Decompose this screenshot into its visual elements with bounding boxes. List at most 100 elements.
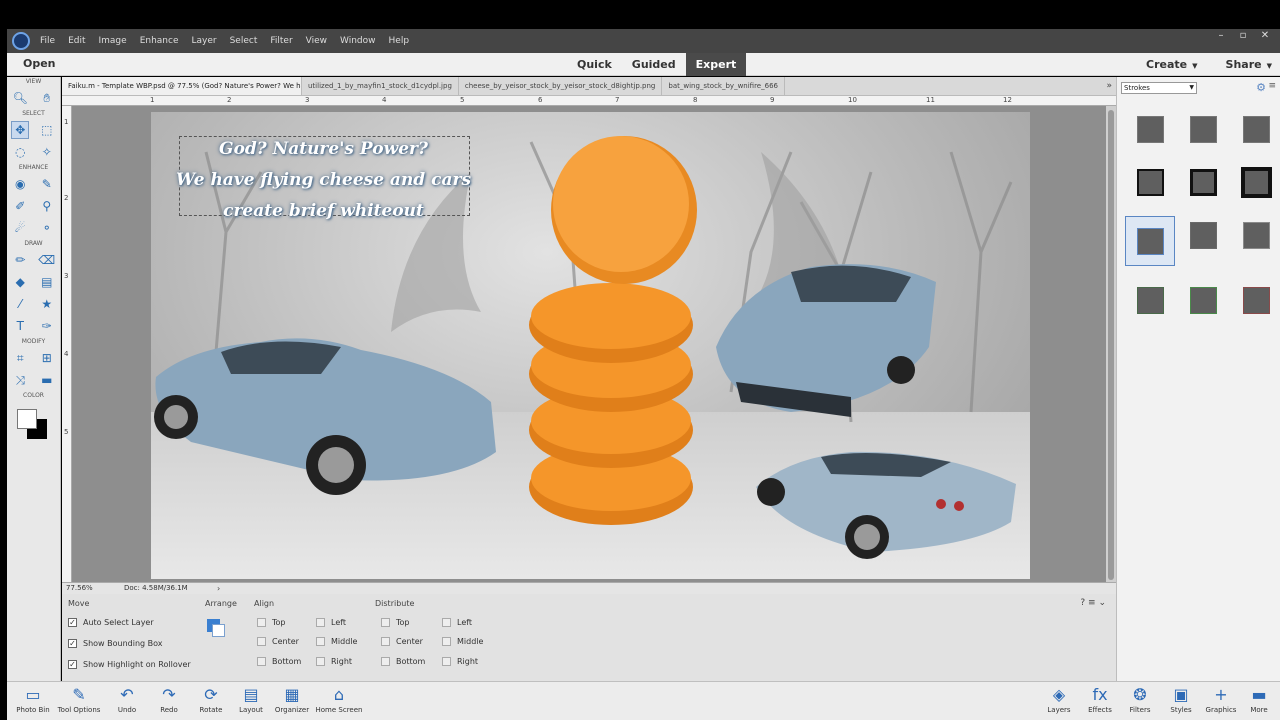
straighten-tool-icon[interactable]: ▬ [38,371,56,389]
style-thumbnail[interactable] [1125,163,1175,201]
zoom-tool-icon[interactable]: 🔍︎ [11,89,29,107]
checkbox-checked[interactable]: ✓ [68,639,77,648]
more-tabs-icon[interactable]: » [1106,77,1112,95]
mode-bar: Open Quick Guided Expert Create ▼ Share ▼ [7,53,1280,76]
document-canvas[interactable]: God? Nature's Power? We have flying chee… [151,112,1030,579]
more-button[interactable]: ▬ More [1233,684,1280,714]
red-eye-tool-icon[interactable]: ◉ [11,175,29,193]
style-thumbnail[interactable] [1231,281,1280,319]
create-menu-button[interactable]: Create ▼ [1146,58,1198,71]
document-tab[interactable]: Faiku.m - Template WBP.psd @ 77.5% (God?… [62,77,302,95]
menu-layer[interactable]: Layer [192,36,217,46]
align-right-button[interactable]: Right [316,657,352,666]
style-thumbnail-selected[interactable] [1125,216,1175,266]
menu-file[interactable]: File [40,36,55,46]
clone-stamp-tool-icon[interactable]: ⚲ [38,197,56,215]
checkbox-checked[interactable]: ✓ [68,618,77,627]
pencil-tool-icon[interactable]: ✑ [38,317,56,335]
style-thumbnail[interactable] [1125,110,1175,148]
style-thumbnail[interactable] [1178,281,1228,319]
align-label: Middle [331,637,358,646]
arrange-icon[interactable] [207,619,227,639]
share-menu-button[interactable]: Share ▼ [1226,58,1272,71]
type-tool-icon[interactable]: T [11,317,29,335]
crop-tool-icon[interactable]: ⌗ [11,349,29,367]
style-thumbnail[interactable] [1231,163,1280,201]
options-panel-menu-icon[interactable]: ? ≡ ⌄ [1080,598,1106,608]
magic-wand-tool-icon[interactable]: ✧ [38,143,56,161]
content-aware-move-tool-icon[interactable]: ⤨ [11,371,29,389]
distribute-bottom-button[interactable]: Bottom [381,657,425,666]
open-button[interactable]: Open [23,57,56,70]
panel-menu-icon[interactable]: ≡ [1268,81,1276,91]
organizer-button[interactable]: ▦ Organizer [266,684,318,714]
menu-view[interactable]: View [306,36,327,46]
menu-select[interactable]: Select [230,36,258,46]
paint-bucket-tool-icon[interactable]: ◆ [11,273,29,291]
create-label: Create [1146,58,1188,71]
distribute-center-button[interactable]: Center [381,637,423,646]
auto-select-layer-checkbox[interactable]: ✓ Auto Select Layer [68,618,154,627]
align-bottom-button[interactable]: Bottom [257,657,301,666]
show-highlight-checkbox[interactable]: ✓ Show Highlight on Rollover [68,660,191,669]
smart-brush-tool-icon[interactable]: ✐ [11,197,29,215]
scrollbar-thumb[interactable] [1108,110,1114,580]
document-tab[interactable]: cheese_by_yeisor_stock_by_yeisor_stock_d… [459,77,663,95]
distribute-left-button[interactable]: Left [442,618,472,627]
tab-expert[interactable]: Expert [685,53,747,76]
menu-filter[interactable]: Filter [270,36,292,46]
style-thumbnail[interactable] [1231,216,1280,254]
foreground-color-swatch[interactable] [17,409,37,429]
status-menu-icon[interactable]: › [217,584,220,593]
sponge-tool-icon[interactable]: ⚬ [38,219,56,237]
show-bounding-box-checkbox[interactable]: ✓ Show Bounding Box [68,639,163,648]
photo-bin-button[interactable]: ▭ Photo Bin [7,684,59,714]
style-thumbnail[interactable] [1178,163,1228,201]
distribute-right-button[interactable]: Right [442,657,478,666]
styles-category-select[interactable]: Strokes ▼ [1121,82,1197,94]
close-button[interactable]: ✕ [1256,30,1274,41]
eraser-tool-icon[interactable]: ⌫ [38,251,56,269]
gradient-tool-icon[interactable]: ▤ [38,273,56,291]
color-swatches[interactable] [7,405,60,445]
brush-tool-icon[interactable]: ✏︎ [11,251,29,269]
style-thumbnail[interactable] [1125,281,1175,319]
style-thumbnail[interactable] [1178,216,1228,254]
align-top-button[interactable]: Top [257,618,286,627]
shape-tool-icon[interactable]: ★ [38,295,56,313]
organizer-icon: ▦ [284,685,300,704]
align-middle-button[interactable]: Middle [316,637,357,646]
menu-enhance[interactable]: Enhance [140,36,179,46]
menu-image[interactable]: Image [99,36,127,46]
tab-guided[interactable]: Guided [622,53,686,76]
hand-tool-icon[interactable]: ✋︎ [38,89,56,107]
home-screen-button[interactable]: ⌂ Home Screen [313,684,365,714]
align-left-button[interactable]: Left [316,618,346,627]
marquee-tool-icon[interactable]: ⬚ [38,121,56,139]
tab-quick[interactable]: Quick [567,53,622,76]
lasso-tool-icon[interactable]: ◌ [11,143,29,161]
distribute-middle-button[interactable]: Middle [442,637,483,646]
tool-options-button[interactable]: ✎ Tool Options [53,684,105,714]
style-thumbnail[interactable] [1231,110,1280,148]
align-center-button[interactable]: Center [257,637,299,646]
distribute-top-button[interactable]: Top [381,618,410,627]
minimize-button[interactable]: – [1212,30,1230,41]
move-tool-icon[interactable]: ✥ [11,121,30,139]
eyedropper-tool-icon[interactable]: ⁄ [11,295,29,313]
canvas-headline[interactable]: God? Nature's Power? We have flying chee… [176,134,471,227]
document-tab[interactable]: bat_wing_stock_by_wnifire_666 [662,77,785,95]
vertical-scrollbar[interactable] [1106,106,1116,582]
style-swatch [1189,286,1217,314]
gear-icon[interactable]: ⚙ [1256,81,1266,94]
checkbox-checked[interactable]: ✓ [68,660,77,669]
recompose-tool-icon[interactable]: ⊞ [38,349,56,367]
style-thumbnail[interactable] [1178,110,1228,148]
menu-edit[interactable]: Edit [68,36,85,46]
spot-healing-tool-icon[interactable]: ✎ [38,175,56,193]
maximize-button[interactable]: ▫ [1234,30,1252,41]
menu-help[interactable]: Help [389,36,410,46]
blur-tool-icon[interactable]: ☄ [11,219,29,237]
menu-window[interactable]: Window [340,36,376,46]
document-tab[interactable]: utilized_1_by_mayfin1_stock_d1cydpl.jpg [302,77,459,95]
